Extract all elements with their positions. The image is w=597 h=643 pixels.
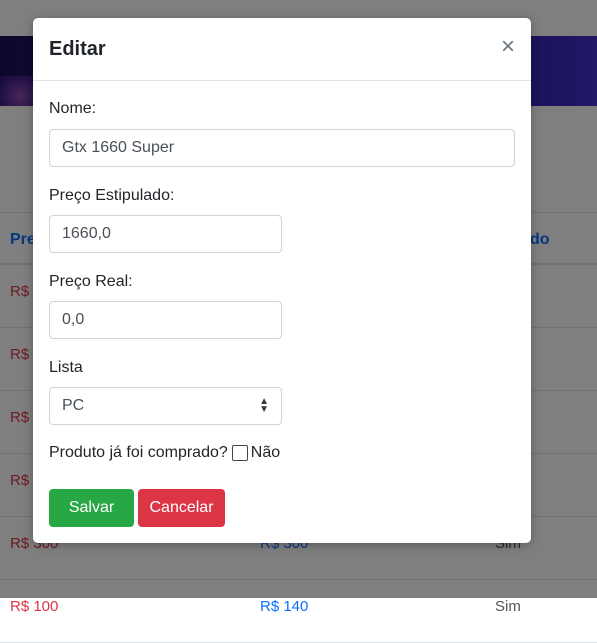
select-arrows-icon: ▲ ▼ xyxy=(259,396,269,415)
row-price: R$ 100 xyxy=(10,598,59,615)
bought-state-text: Não xyxy=(250,444,281,461)
price-real-input[interactable]: 0,0 xyxy=(49,301,282,339)
name-label: Nome: xyxy=(49,100,97,117)
row-real-price: R$ 140 xyxy=(260,598,309,615)
price-real-value: 0,0 xyxy=(62,311,85,328)
price-estimated-input[interactable]: 1660,0 xyxy=(49,215,282,253)
close-icon[interactable]: × xyxy=(501,35,515,59)
bought-label: Produto já foi comprado? xyxy=(49,444,228,461)
save-button[interactable]: Salvar xyxy=(49,489,134,527)
row-bought: Sim xyxy=(495,598,521,615)
price-real-label: Preço Real: xyxy=(49,273,133,290)
cancel-button[interactable]: Cancelar xyxy=(138,489,225,527)
list-select[interactable]: PC ▲ ▼ xyxy=(49,387,282,425)
price-estimated-label: Preço Estipulado: xyxy=(49,187,175,204)
list-label: Lista xyxy=(49,359,83,376)
name-input[interactable]: Gtx 1660 Super xyxy=(49,129,515,167)
modal-header: Editar × xyxy=(33,18,531,81)
bought-row: Produto já foi comprado? Não xyxy=(49,444,280,462)
edit-modal: Editar × Nome: Gtx 1660 Super Preço Esti… xyxy=(33,18,531,543)
list-select-value: PC xyxy=(62,397,85,414)
bought-checkbox[interactable] xyxy=(231,444,248,461)
price-estimated-value: 1660,0 xyxy=(62,225,111,242)
modal-title: Editar xyxy=(49,38,106,60)
name-input-value: Gtx 1660 Super xyxy=(62,139,175,156)
